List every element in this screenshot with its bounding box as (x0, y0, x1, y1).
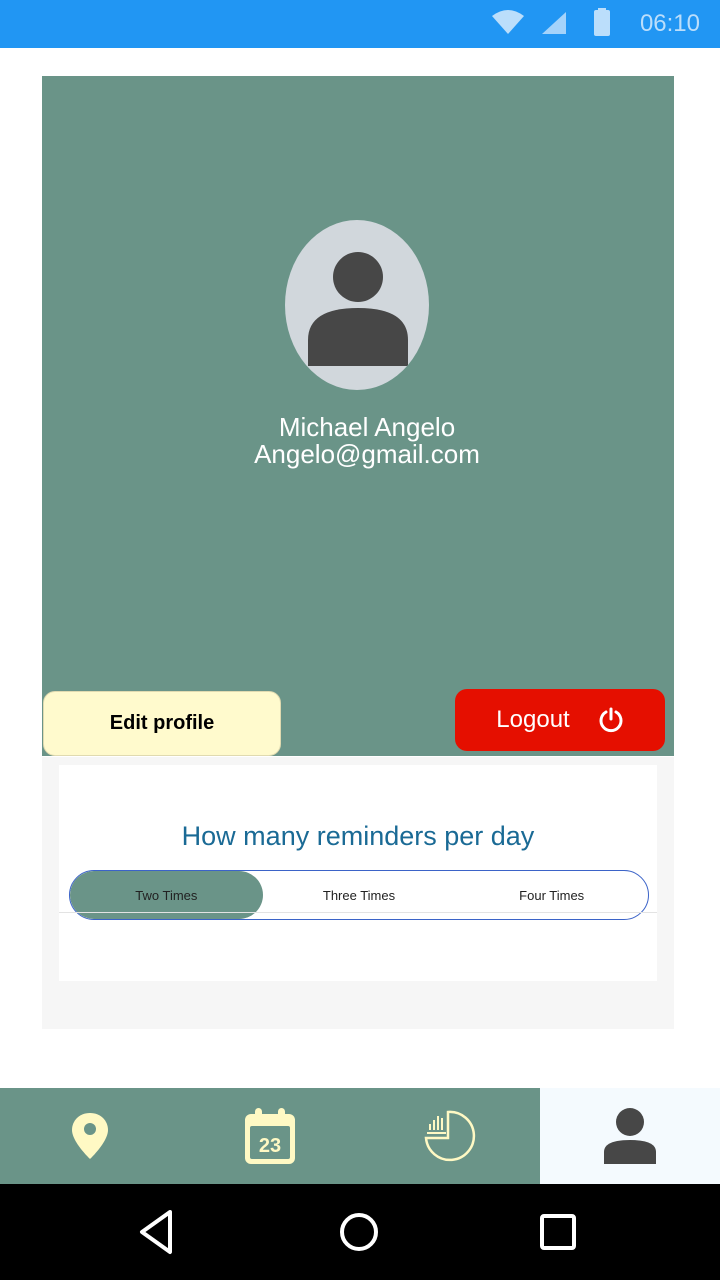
edit-profile-label: Edit profile (109, 712, 215, 734)
reminder-section: How many reminders per day Two Times Thr… (42, 757, 674, 1029)
nav-item-stats[interactable] (360, 1088, 540, 1184)
chart-icon (424, 1110, 476, 1162)
back-icon[interactable] (132, 1206, 184, 1258)
profile-card: Michael Angelo Angelo@gmail.com (42, 76, 674, 756)
edit-profile-button[interactable]: Edit profile (43, 691, 281, 756)
status-time: 06:10 (639, 10, 700, 37)
power-icon (599, 707, 623, 733)
reminder-title: How many reminders per day (181, 821, 535, 851)
logout-button[interactable]: Logout (455, 689, 665, 751)
bottom-nav: 23 (0, 1088, 720, 1184)
profile-icon (604, 1108, 656, 1164)
user-email: Angelo@gmail.com (254, 439, 480, 469)
calendar-day: 23 (259, 1135, 281, 1157)
nav-item-profile[interactable] (540, 1088, 720, 1184)
logout-label: Logout (496, 706, 570, 733)
signal-icon (542, 12, 566, 34)
calendar-icon: 23 (245, 1108, 295, 1164)
status-icons (492, 8, 610, 36)
nav-item-location[interactable] (0, 1088, 180, 1184)
location-pin-icon (72, 1113, 108, 1159)
user-silhouette-icon (308, 252, 408, 366)
status-bar: 06:10 (0, 0, 720, 48)
divider (59, 912, 657, 913)
nav-item-calendar[interactable]: 23 (180, 1088, 360, 1184)
reminder-card: How many reminders per day Two Times Thr… (59, 765, 657, 981)
wifi-icon (492, 10, 524, 34)
battery-icon (594, 8, 610, 36)
recents-icon[interactable] (532, 1206, 584, 1258)
home-icon[interactable] (333, 1206, 385, 1258)
avatar (285, 220, 429, 390)
system-nav-bar (0, 1184, 720, 1280)
